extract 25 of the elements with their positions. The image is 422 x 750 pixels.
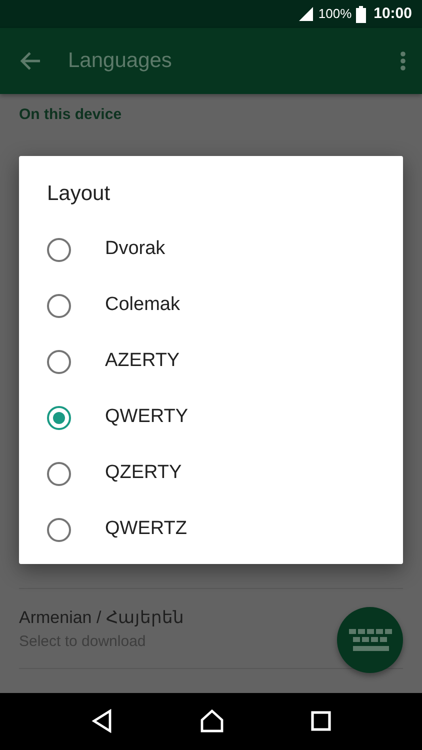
screen-title: Languages xyxy=(68,48,172,74)
radio-button[interactable] xyxy=(47,462,71,486)
section-header: On this device xyxy=(19,106,122,123)
radio-button[interactable] xyxy=(47,294,71,318)
back-nav-button[interactable] xyxy=(91,709,114,734)
keyboard-icon xyxy=(348,628,392,651)
radio-button[interactable] xyxy=(47,238,71,262)
signal-icon xyxy=(298,6,314,22)
keyboard-button[interactable] xyxy=(337,607,403,673)
layout-option[interactable]: QWERTZ xyxy=(47,502,377,558)
more-options-button[interactable] xyxy=(400,49,406,73)
layout-option[interactable]: QWERTY xyxy=(47,390,377,446)
home-button[interactable] xyxy=(200,709,224,734)
layout-option[interactable]: QZERTY xyxy=(47,446,377,502)
battery-percentage: 100% xyxy=(318,5,352,24)
layout-option[interactable]: Dvorak xyxy=(47,222,377,278)
dialog-title: Layout xyxy=(47,182,110,205)
recents-button[interactable] xyxy=(310,710,331,734)
clock: 10:00 xyxy=(374,4,412,24)
layout-option[interactable]: Colemak xyxy=(47,278,377,334)
layout-option[interactable]: AZERTY xyxy=(47,334,377,390)
radio-button[interactable] xyxy=(47,350,71,374)
battery-icon xyxy=(356,6,366,22)
radio-button[interactable] xyxy=(47,406,71,430)
radio-button[interactable] xyxy=(47,518,71,542)
